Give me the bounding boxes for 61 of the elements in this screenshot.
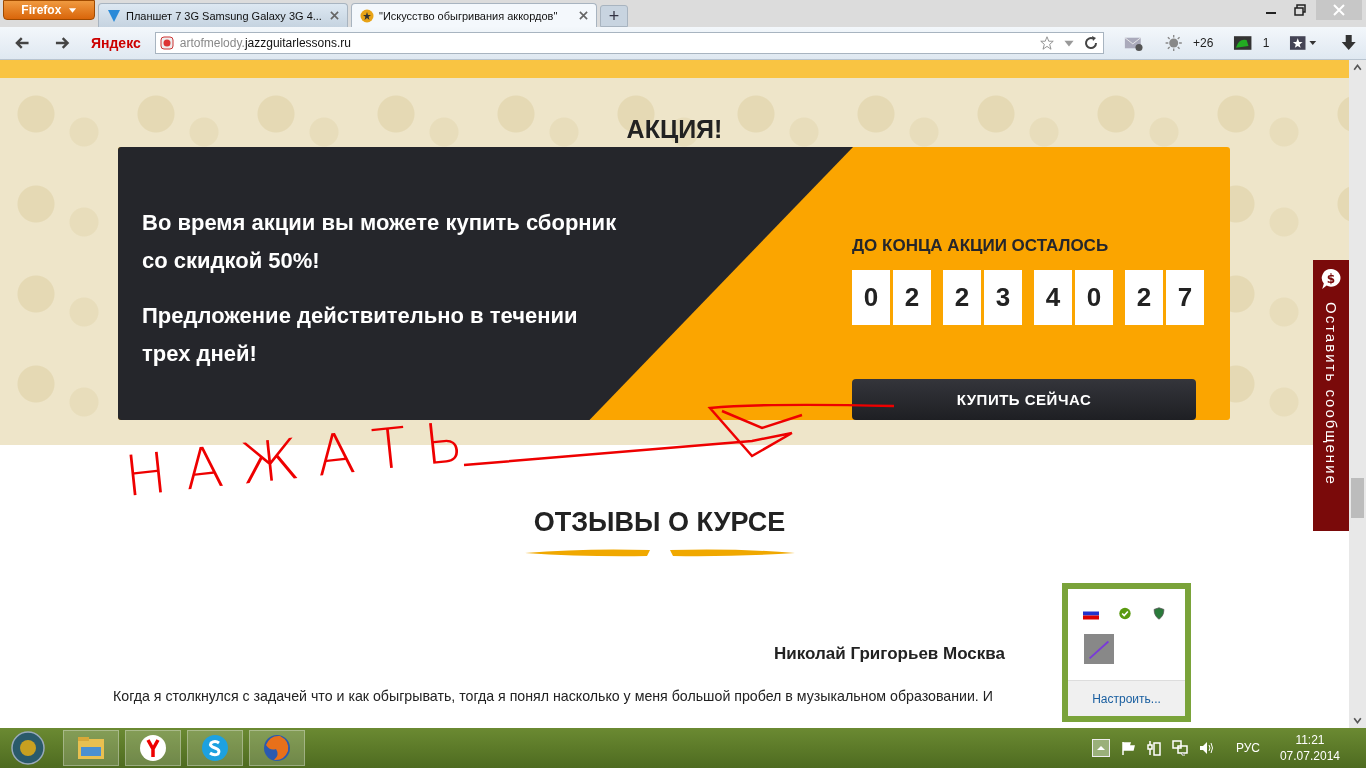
notification-count[interactable]: 1 xyxy=(1262,36,1270,50)
taskbar-app-button[interactable] xyxy=(187,730,243,766)
battery-plug-icon[interactable] xyxy=(1145,740,1162,756)
check-badge-icon[interactable] xyxy=(1117,607,1133,620)
review-author: Николай Григорьев Москва xyxy=(774,644,1005,664)
countdown-digit: 3 xyxy=(984,270,1022,325)
chat-s-icon xyxy=(200,733,230,763)
browser-tab[interactable]: Планшет 7 3G Samsung Galaxy 3G 4... xyxy=(98,3,348,27)
countdown-digit: 2 xyxy=(1125,270,1163,325)
countdown-digit: 2 xyxy=(943,270,981,325)
network-icon[interactable] xyxy=(1171,740,1188,756)
review-text: Когда я столкнулся с задачей что и как обыгрывать, тогда я понял насколько у меня большой пробел в музыкальном образовании. И xyxy=(113,688,994,704)
forward-icon[interactable] xyxy=(53,34,71,52)
show-hidden-icons-icon[interactable] xyxy=(1091,739,1110,757)
countdown-digit: 7 xyxy=(1166,270,1204,325)
bookmarks-menu-icon[interactable] xyxy=(1289,34,1319,52)
site-identity-icon xyxy=(159,36,174,50)
browser-tab[interactable]: "Искусство обыгривания аккордов" xyxy=(351,3,597,27)
caret-icon xyxy=(67,7,77,14)
tab-favicon-icon xyxy=(107,8,121,23)
bookmark-star-icon[interactable] xyxy=(1039,35,1056,51)
reload-icon[interactable] xyxy=(1083,35,1100,51)
scroll-down-icon[interactable] xyxy=(1352,715,1363,726)
promo-text: Во время акции вы можете купить сборник со скидкой 50%! xyxy=(142,209,618,275)
speech-bubble-icon: $ xyxy=(1320,268,1342,290)
countdown-digit: 4 xyxy=(1034,270,1072,325)
clock-time[interactable]: 11:21 xyxy=(1295,732,1325,748)
close-tab-icon[interactable] xyxy=(330,11,339,20)
weather-temperature[interactable]: +26 xyxy=(1193,36,1214,50)
new-tab-button[interactable]: + xyxy=(600,5,628,27)
sun-icon[interactable] xyxy=(1163,34,1183,52)
search-brand-logo[interactable]: Яндекс xyxy=(90,35,141,51)
clock-date[interactable]: 07.07.2014 xyxy=(1279,748,1340,764)
browser-y-icon xyxy=(138,733,168,763)
address-field[interactable]: artofmelody.jazzguitarlessons.ru xyxy=(154,32,1105,54)
leave-message-tab[interactable]: $ Оставить сообщение xyxy=(1313,260,1349,531)
speaker-icon[interactable] xyxy=(1197,740,1214,756)
close-tab-icon[interactable] xyxy=(579,11,588,20)
arrow-box-icon[interactable] xyxy=(1233,34,1253,52)
scrollbar[interactable] xyxy=(1349,60,1366,728)
countdown-digit: 0 xyxy=(852,270,890,325)
globe-fox-icon xyxy=(262,733,292,763)
countdown-digit: 0 xyxy=(1075,270,1113,325)
handwritten-annotation: НАЖАТЬ xyxy=(121,406,484,509)
star-favicon-icon xyxy=(360,8,374,23)
scrollbar-thumb[interactable] xyxy=(1351,478,1364,518)
buy-now-button[interactable]: КУПИТЬ СЕЙЧАС xyxy=(852,379,1196,420)
pen-icon[interactable] xyxy=(1083,634,1115,664)
scroll-up-icon[interactable] xyxy=(1352,62,1363,73)
countdown-digit: 2 xyxy=(893,270,931,325)
promo-text: Предложение действительно в течении трех дней! xyxy=(142,302,579,368)
taskbar-app-button[interactable] xyxy=(249,730,305,766)
taskbar-app-button[interactable] xyxy=(125,730,181,766)
promo-heading: АКЦИЯ! xyxy=(626,116,723,143)
reviews-heading: ОТЗЫВЫ О КУРСЕ xyxy=(533,507,786,538)
flag-icon[interactable] xyxy=(1119,740,1136,756)
shield-icon[interactable] xyxy=(1151,607,1167,620)
mail-icon[interactable] xyxy=(1124,34,1144,52)
keyboard-language[interactable]: РУС xyxy=(1235,741,1260,755)
countdown-label: ДО КОНЦА АКЦИИ ОСТАЛОСЬ xyxy=(852,236,1110,256)
start-button-icon[interactable] xyxy=(11,731,45,765)
